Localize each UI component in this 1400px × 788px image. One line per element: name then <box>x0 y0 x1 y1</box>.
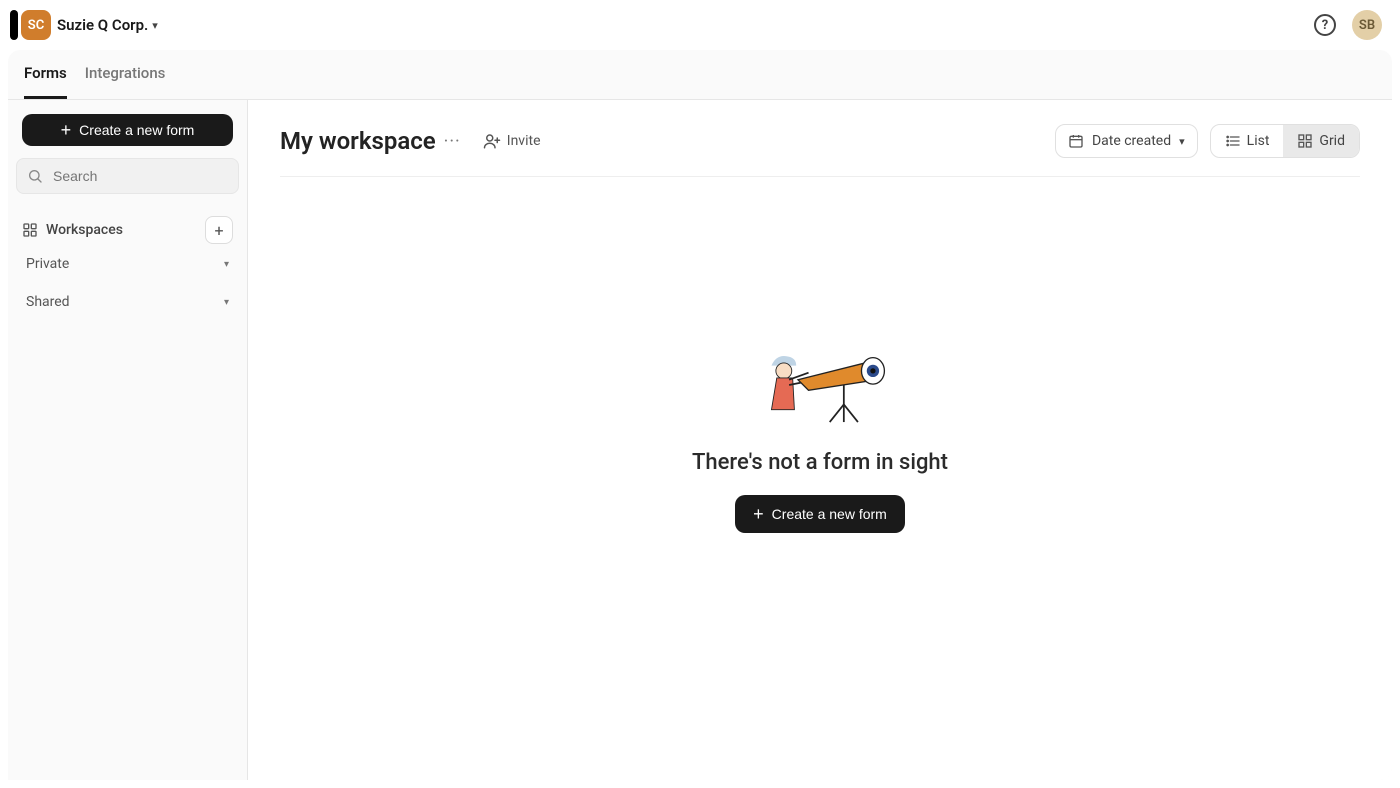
app-body: Forms Integrations + Create a new form W… <box>8 50 1392 780</box>
create-form-label: Create a new form <box>772 506 887 522</box>
caret-down-icon: ▾ <box>224 297 229 308</box>
top-header-right: ? SB <box>1314 10 1390 40</box>
empty-state-title: There's not a form in sight <box>692 450 948 475</box>
search-wrap[interactable] <box>16 158 239 194</box>
empty-state: There's not a form in sight + Create a n… <box>280 147 1360 726</box>
sidebar-item-label: Shared <box>26 294 70 310</box>
help-icon[interactable]: ? <box>1314 14 1336 36</box>
org-switcher[interactable]: Suzie Q Corp. ▾ <box>57 16 158 34</box>
create-form-label: Create a new form <box>79 122 194 138</box>
user-avatar[interactable]: SB <box>1352 10 1382 40</box>
chevron-down-icon: ▾ <box>152 19 158 32</box>
chevron-down-icon: ▾ <box>1179 135 1185 148</box>
org-avatar[interactable]: SC <box>21 10 51 40</box>
main-panel: My workspace ··· Invite Date created ▾ <box>248 100 1392 780</box>
content-row: + Create a new form Workspaces + Private… <box>8 100 1392 780</box>
plus-icon: + <box>753 505 764 523</box>
brand-logo-bar <box>10 10 18 40</box>
sidebar-item-shared[interactable]: Shared ▾ <box>22 284 233 320</box>
workspaces-heading: Workspaces <box>46 222 197 238</box>
brand-block: SC Suzie Q Corp. ▾ <box>10 10 158 40</box>
org-name: Suzie Q Corp. <box>57 16 148 34</box>
tab-forms[interactable]: Forms <box>24 64 67 99</box>
search-input[interactable] <box>51 167 228 185</box>
search-icon <box>27 168 43 184</box>
workspaces-icon <box>22 222 38 238</box>
top-tabs: Forms Integrations <box>8 50 1392 100</box>
caret-down-icon: ▾ <box>224 259 229 270</box>
add-workspace-button[interactable]: + <box>205 216 233 244</box>
workspaces-heading-row: Workspaces + <box>22 216 233 244</box>
telescope-illustration <box>745 340 895 430</box>
sidebar-workspaces-section: Workspaces + Private ▾ Shared ▾ <box>22 216 233 320</box>
plus-icon: + <box>61 121 72 139</box>
tab-integrations[interactable]: Integrations <box>85 64 166 99</box>
top-header: SC Suzie Q Corp. ▾ ? SB <box>0 0 1400 50</box>
create-form-button-sidebar[interactable]: + Create a new form <box>22 114 233 146</box>
create-form-button-empty[interactable]: + Create a new form <box>735 495 905 533</box>
sidebar: + Create a new form Workspaces + Private… <box>8 100 248 780</box>
sidebar-item-label: Private <box>26 256 69 272</box>
sidebar-item-private[interactable]: Private ▾ <box>22 246 233 282</box>
